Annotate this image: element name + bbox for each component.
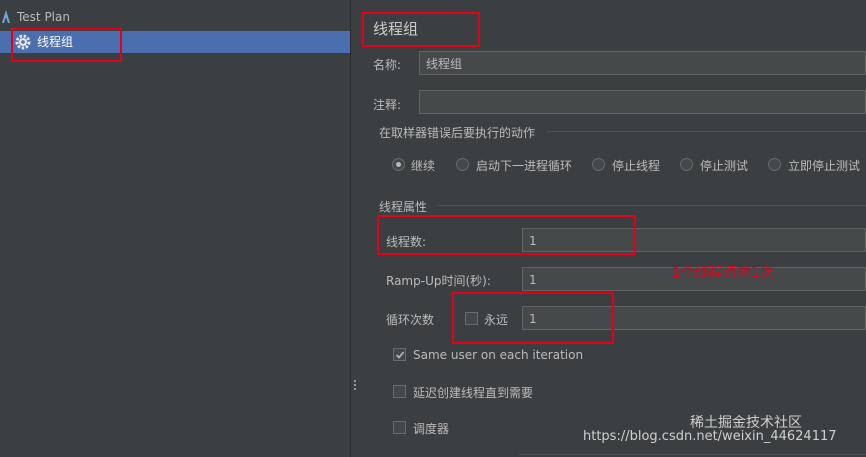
scheduler-checkbox[interactable] <box>393 421 406 434</box>
highlight-box-title <box>362 12 480 47</box>
same-user-label: Same user on each iteration <box>413 348 584 362</box>
radio-label: 停止测试 <box>700 159 749 173</box>
split-pane-divider[interactable] <box>350 0 359 457</box>
thread-group-panel: 线程组 名称: 线程组 注释: 在取样器错误后要执行的动作 继续 启动下一进程循… <box>359 0 866 457</box>
rampup-label: Ramp-Up时间(秒): <box>386 274 491 288</box>
radio-label: 立即停止测试 <box>788 159 861 173</box>
drag-handle-icon <box>354 380 356 390</box>
section-divider <box>547 131 866 132</box>
section-divider <box>437 205 866 206</box>
highlight-box-loop-count <box>452 292 614 344</box>
radio-button[interactable] <box>768 158 781 171</box>
radio-button[interactable] <box>592 158 605 171</box>
radio-label: 继续 <box>411 159 436 173</box>
delay-thread-creation-checkbox[interactable] <box>393 385 406 398</box>
radio-button[interactable] <box>392 158 405 171</box>
scheduler-label: 调度器 <box>413 422 450 436</box>
watermark-url: https://blog.csdn.net/weixin_44624117 <box>583 429 837 444</box>
thread-properties-section-title: 线程属性 <box>379 200 428 214</box>
section-divider <box>519 454 866 455</box>
comment-label: 注释: <box>373 98 402 112</box>
same-user-checkbox[interactable] <box>393 348 406 361</box>
tree-item-label: Test Plan <box>17 10 70 24</box>
delay-thread-creation-label: 延迟创建线程直到需要 <box>413 386 534 400</box>
error-action-section-title: 在取样器错误后要执行的动作 <box>379 126 536 140</box>
radio-button[interactable] <box>680 158 693 171</box>
name-label: 名称: <box>373 58 402 72</box>
loop-count-label: 循环次数 <box>386 313 435 327</box>
radio-button[interactable] <box>456 158 469 171</box>
radio-label: 停止线程 <box>612 159 661 173</box>
highlight-box-thread-count <box>377 215 636 255</box>
checkmark-icon <box>395 351 405 359</box>
test-plan-tree: Test Plan 线程组 <box>0 0 350 457</box>
highlight-box-tree-item <box>11 28 122 62</box>
comment-input[interactable] <box>419 90 866 114</box>
radio-label: 启动下一进程循环 <box>476 159 573 173</box>
tree-item-test-plan[interactable]: Test Plan <box>0 6 350 28</box>
test-plan-icon <box>0 9 16 25</box>
name-input[interactable]: 线程组 <box>419 51 866 75</box>
red-annotation: 1个线程请求1次 <box>672 265 774 281</box>
